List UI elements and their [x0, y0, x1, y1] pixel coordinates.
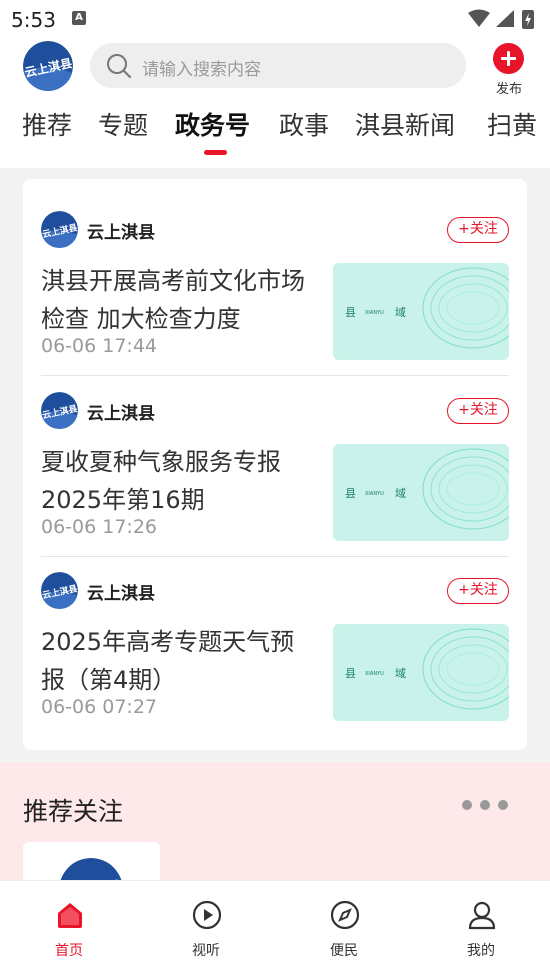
more-icon[interactable]: [460, 800, 510, 812]
publish-label: 发布: [495, 82, 522, 97]
svg-text:县: 县: [345, 667, 356, 680]
tab-affairs[interactable]: 政事: [279, 106, 329, 142]
tab-topics[interactable]: 专题: [98, 106, 148, 142]
news-title[interactable]: 夏收夏种气象服务专报2025年第16期: [41, 443, 316, 519]
search-icon: [107, 54, 132, 79]
nav-label: 视听: [192, 943, 220, 959]
keyboard-indicator-icon: A: [72, 11, 86, 25]
nav-label: 便民: [330, 943, 358, 959]
news-thumbnail[interactable]: 县 XIANYU 域: [333, 444, 509, 541]
svg-text:域: 域: [395, 667, 406, 680]
news-title[interactable]: 2025年高考专题天气预报（第4期）: [41, 623, 316, 699]
svg-text:域: 域: [395, 487, 406, 500]
news-thumbnail[interactable]: 县 XIANYU 域: [333, 263, 509, 360]
source-avatar[interactable]: 云上淇县: [41, 211, 78, 248]
tab-anti-porn[interactable]: 扫黄: [487, 106, 537, 142]
recommend-title: 推荐关注: [23, 797, 124, 826]
account-avatar[interactable]: 云上淇县: [59, 858, 123, 880]
svg-text:县: 县: [345, 306, 356, 319]
recommend-account-card[interactable]: 云上淇县: [23, 842, 160, 880]
signal-icon: [496, 10, 514, 27]
user-icon: [468, 901, 496, 930]
publish-button[interactable]: 发布: [488, 41, 530, 97]
search-bar[interactable]: 请输入搜索内容: [90, 43, 466, 88]
svg-text:县: 县: [345, 487, 356, 500]
search-input[interactable]: 请输入搜索内容: [142, 55, 261, 80]
nav-home[interactable]: 首页: [34, 895, 104, 965]
recommend-section: 推荐关注 云上淇县: [0, 762, 550, 880]
nav-media[interactable]: 视听: [171, 895, 241, 965]
source-avatar[interactable]: 云上淇县: [41, 572, 78, 609]
nav-label: 我的: [467, 943, 495, 959]
nav-services[interactable]: 便民: [309, 895, 379, 965]
source-name[interactable]: 云上淇县: [87, 399, 155, 424]
news-time: 06-06 07:27: [41, 696, 158, 718]
source-avatar[interactable]: 云上淇县: [41, 392, 78, 429]
svg-text:XIANYU: XIANYU: [365, 310, 384, 316]
nav-profile[interactable]: 我的: [446, 895, 516, 965]
news-item[interactable]: 云上淇县 云上淇县 +关注 夏收夏种气象服务专报2025年第16期 06-06 …: [41, 360, 509, 541]
news-thumbnail[interactable]: 县 XIANYU 域: [333, 624, 509, 721]
news-item[interactable]: 云上淇县 云上淇县 +关注 淇县开展高考前文化市场检查 加大检查力度 06-06…: [41, 179, 509, 360]
news-time: 06-06 17:26: [41, 516, 158, 538]
active-tab-indicator: [204, 150, 227, 155]
news-title[interactable]: 淇县开展高考前文化市场检查 加大检查力度: [41, 262, 316, 338]
follow-button[interactable]: +关注: [447, 398, 509, 424]
svg-text:XIANYU: XIANYU: [365, 491, 384, 497]
status-icons: [468, 9, 534, 29]
svg-text:XIANYU: XIANYU: [365, 671, 384, 677]
svg-text:域: 域: [395, 306, 406, 319]
category-tabs: 推荐 专题 政务号 政事 淇县新闻 扫黄: [0, 98, 550, 168]
follow-button[interactable]: +关注: [447, 578, 509, 604]
home-icon: [58, 903, 82, 928]
tab-qixian-news[interactable]: 淇县新闻: [355, 106, 455, 142]
compass-icon: [330, 900, 360, 930]
status-bar: 5:53 A: [0, 0, 550, 38]
status-time: 5:53: [11, 8, 56, 32]
plus-icon: [493, 43, 524, 74]
news-time: 06-06 17:44: [41, 335, 158, 357]
app-logo[interactable]: 云上淇县: [23, 41, 73, 91]
source-name[interactable]: 云上淇县: [87, 218, 155, 243]
top-header: 云上淇县 请输入搜索内容 发布: [0, 38, 550, 98]
nav-label: 首页: [55, 943, 83, 959]
source-name[interactable]: 云上淇县: [87, 579, 155, 604]
news-item[interactable]: 云上淇县 云上淇县 +关注 2025年高考专题天气预报（第4期） 06-06 0…: [41, 540, 509, 721]
play-icon: [192, 900, 222, 930]
tab-recommend[interactable]: 推荐: [22, 106, 72, 142]
bottom-nav: 首页 视听 便民 我的: [0, 880, 550, 979]
follow-button[interactable]: +关注: [447, 217, 509, 243]
wifi-icon: [468, 9, 490, 27]
tab-government[interactable]: 政务号: [175, 106, 250, 142]
